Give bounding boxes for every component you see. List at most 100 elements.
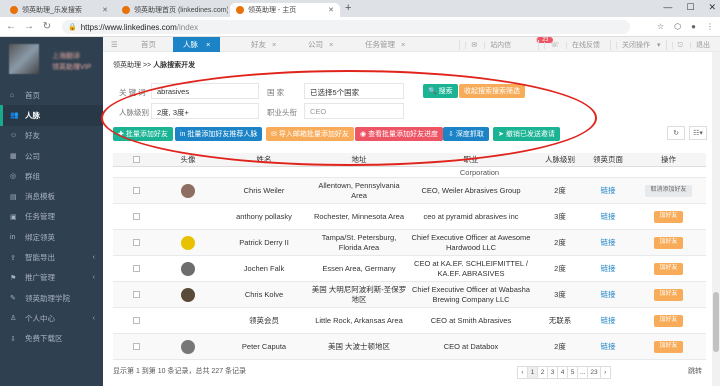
- row-checkbox[interactable]: [132, 239, 140, 246]
- table-tools: ↻ ☷▾: [667, 126, 707, 140]
- select-all-checkbox[interactable]: [132, 156, 140, 163]
- add-friend-button[interactable]: 加好友: [654, 262, 683, 275]
- sidebar-item-label: 领英助理学院: [25, 293, 70, 303]
- tab-home[interactable]: 首页: [141, 37, 156, 52]
- row-name: anthony pollasky: [236, 211, 292, 221]
- add-friend-button[interactable]: 加好友: [654, 340, 683, 353]
- tab-contacts[interactable]: 人脉 ×: [173, 37, 221, 52]
- avatar[interactable]: [9, 44, 39, 74]
- row-select[interactable]: [113, 230, 159, 255]
- logout-icon: ⎋: [671, 41, 689, 49]
- cancel-add-friend-button[interactable]: 取消添加好友: [645, 184, 692, 197]
- school-icon: ✎: [10, 295, 16, 303]
- row-checkbox[interactable]: [132, 213, 140, 220]
- sidebar-item[interactable]: ⇩ 免费下载区: [0, 329, 103, 349]
- browser-tab[interactable]: 领英助理_乐发搜索 ✕: [4, 3, 114, 17]
- row-select[interactable]: [113, 334, 159, 359]
- breadcrumb-root[interactable]: 领英助理: [113, 62, 141, 69]
- close-tab-icon[interactable]: ×: [329, 40, 333, 49]
- sidebar-item[interactable]: 👥 人脉: [0, 105, 103, 126]
- row-checkbox[interactable]: [132, 291, 140, 298]
- close-window-button[interactable]: ✕: [708, 2, 716, 13]
- browser-tab[interactable]: 领英助理首页 (linkedines.com)✕: [116, 3, 228, 17]
- feedback-link[interactable]: ☏ 在线反馈: [538, 39, 610, 50]
- row-profile-link[interactable]: 链接: [585, 204, 631, 229]
- header-select[interactable]: [113, 153, 159, 166]
- add-friend-button[interactable]: 加好友: [654, 288, 683, 301]
- row-actions: 加好友: [631, 230, 706, 255]
- row-select[interactable]: [113, 308, 159, 333]
- row-checkbox[interactable]: [132, 317, 140, 324]
- browser-tab-active[interactable]: 领英助理 - 主页 ✕: [230, 3, 340, 17]
- sidebar-item[interactable]: ✎ 领英助理学院: [0, 288, 103, 308]
- sidebar-item[interactable]: in 绑定领英: [0, 227, 103, 247]
- add-friend-button[interactable]: 加好友: [654, 210, 683, 223]
- maximize-button[interactable]: ☐: [686, 2, 694, 13]
- row-checkbox[interactable]: [132, 265, 140, 272]
- building-icon: ▦: [10, 153, 17, 161]
- minimize-button[interactable]: —: [663, 2, 672, 13]
- row-profile-link[interactable]: 链接: [585, 256, 631, 281]
- bell-icon: ✉: [465, 41, 483, 49]
- close-tab-icon[interactable]: ✕: [96, 6, 108, 14]
- row-actions: 加好友: [631, 308, 706, 333]
- new-tab-button[interactable]: +: [345, 2, 351, 14]
- row-select[interactable]: [113, 256, 159, 281]
- close-tab-icon[interactable]: ×: [401, 40, 405, 49]
- menu-icon[interactable]: ⋮: [706, 22, 714, 31]
- tab-friends[interactable]: 好友 ×: [251, 37, 276, 52]
- columns-icon[interactable]: ☷▾: [689, 126, 707, 140]
- account-icon[interactable]: ●: [691, 22, 696, 31]
- row-select[interactable]: [113, 204, 159, 229]
- sidebar-item[interactable]: ▣ 任务管理: [0, 207, 103, 227]
- close-tab-icon[interactable]: ×: [206, 40, 210, 49]
- row-profile-link[interactable]: 链接: [585, 230, 631, 255]
- sidebar-item[interactable]: ♙ 个人中心 ‹: [0, 308, 103, 328]
- tab-tasks[interactable]: 任务管理 ×: [365, 37, 405, 52]
- scrollbar-thumb[interactable]: [713, 292, 719, 352]
- favicon-icon: [236, 6, 244, 14]
- alerts-link[interactable]: ✉ 站内信23: [459, 36, 554, 50]
- sidebar-item[interactable]: ▤ 消息模板: [0, 186, 103, 206]
- sidebar-item[interactable]: ◎ 群组: [0, 166, 103, 186]
- scrollbar[interactable]: [712, 52, 720, 386]
- reload-icon[interactable]: ↻: [40, 21, 54, 32]
- row-level: 2度: [554, 263, 566, 273]
- row-profile-link[interactable]: 链接: [585, 308, 631, 333]
- row-select[interactable]: [113, 282, 159, 307]
- back-icon[interactable]: ←: [4, 21, 18, 32]
- sidebar-item[interactable]: ⇪ 智能导出 ‹: [0, 247, 103, 267]
- sidebar-item[interactable]: ▦ 公司: [0, 146, 103, 166]
- close-ops-dropdown[interactable]: 关闭操作 ▾: [610, 39, 665, 50]
- page-button[interactable]: 23: [587, 366, 601, 379]
- row-profile-link[interactable]: 链接: [585, 178, 631, 203]
- tab-company[interactable]: 公司 ×: [308, 37, 333, 52]
- forward-icon[interactable]: →: [22, 21, 36, 32]
- close-tab-icon[interactable]: ✕: [322, 6, 334, 14]
- row-photo-cell: [159, 282, 217, 307]
- row-checkbox[interactable]: [132, 343, 140, 350]
- refresh-icon[interactable]: ↻: [667, 126, 685, 140]
- add-friend-button[interactable]: 加好友: [654, 236, 683, 249]
- avatar: [181, 261, 195, 276]
- sidebar-item[interactable]: ⌂ 首页: [0, 85, 103, 105]
- row-address: Tampa/St. Petersburg, Florida Area: [321, 233, 397, 252]
- row-select[interactable]: [113, 178, 159, 203]
- star-icon[interactable]: ☆: [657, 22, 664, 31]
- row-checkbox[interactable]: [132, 187, 140, 194]
- extension-icon[interactable]: ⬡: [674, 22, 681, 31]
- nav-menu-toggle-icon[interactable]: ☰: [111, 37, 118, 52]
- sidebar-item[interactable]: ⚑ 推广管理 ‹: [0, 268, 103, 288]
- row-actions: 加好友: [631, 256, 706, 281]
- url-host: https://www.linkedines.com: [80, 22, 177, 32]
- lock-icon: 🔒: [68, 24, 77, 31]
- header-level[interactable]: 人脉级别: [535, 153, 585, 166]
- sidebar-item[interactable]: ☺ 好友: [0, 126, 103, 146]
- row-profile-link[interactable]: 链接: [585, 334, 631, 359]
- page-button[interactable]: ›: [599, 366, 611, 379]
- url-field[interactable]: 🔒 https://www.linkedines.com/index: [62, 20, 630, 34]
- logout-link[interactable]: ⎋ 退出: [665, 39, 720, 50]
- close-tab-icon[interactable]: ×: [272, 40, 276, 49]
- add-friend-button[interactable]: 加好友: [654, 314, 683, 327]
- row-profile-link[interactable]: 链接: [585, 282, 631, 307]
